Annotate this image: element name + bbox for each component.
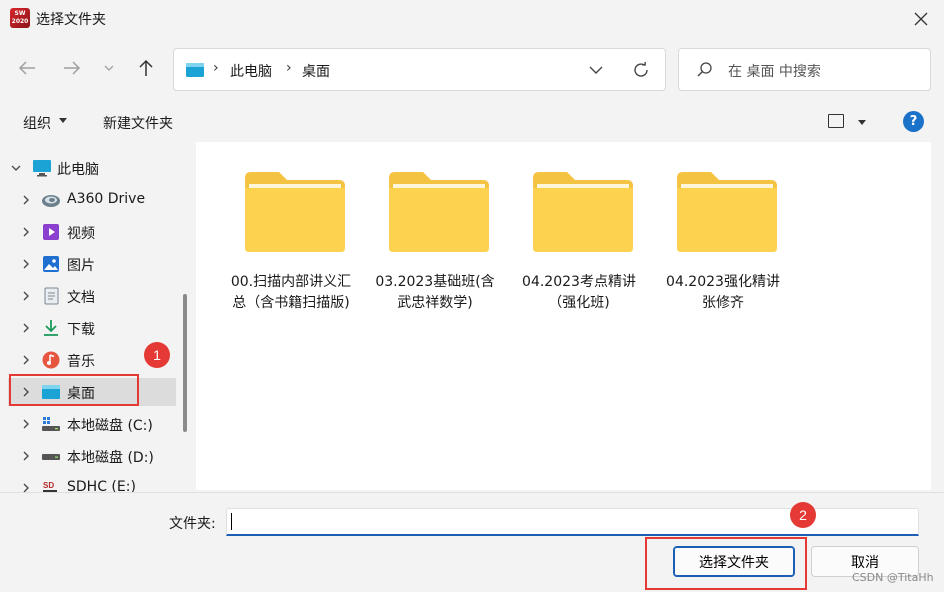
forward-button[interactable] bbox=[58, 54, 86, 82]
tree-item-this-pc[interactable]: 此电脑 bbox=[8, 154, 176, 182]
music-icon bbox=[42, 351, 60, 369]
caret-down-icon bbox=[59, 118, 67, 123]
chevron-down-icon bbox=[104, 65, 114, 71]
title-bar: SW 2020 选择文件夹 bbox=[0, 0, 944, 38]
up-button[interactable] bbox=[132, 54, 160, 82]
folder-field-label: 文件夹: bbox=[169, 516, 216, 532]
monitor-icon bbox=[33, 160, 51, 177]
annotation-box-select-button bbox=[645, 537, 807, 590]
close-button[interactable] bbox=[908, 6, 934, 32]
refresh-button[interactable] bbox=[629, 59, 653, 81]
svg-text:SD: SD bbox=[43, 481, 54, 490]
windows-drive-icon bbox=[42, 417, 60, 431]
tree-label: SDHC (E:) bbox=[67, 479, 136, 492]
tree-item-sdhc-e[interactable]: SD SDHC (E:) bbox=[8, 474, 176, 492]
annotation-box-desktop bbox=[9, 374, 139, 406]
file-list[interactable]: 00.扫描内部讲义汇总（含书籍扫描版) 03.2023基础班(含武忠祥数学) 0… bbox=[196, 142, 931, 490]
chevron-right-icon[interactable] bbox=[20, 480, 32, 492]
address-history-button[interactable] bbox=[584, 60, 608, 80]
tree-label: 文档 bbox=[67, 290, 95, 306]
folder-name: 00.扫描内部讲义汇总（含书籍扫描版) bbox=[230, 274, 352, 311]
recent-locations-button[interactable] bbox=[97, 54, 121, 82]
tree-label: 下载 bbox=[67, 322, 95, 338]
annotation-marker-1: 1 bbox=[144, 342, 170, 368]
picture-icon bbox=[43, 256, 59, 272]
arrow-left-icon bbox=[18, 61, 35, 75]
close-icon bbox=[914, 12, 928, 26]
tree-label: 本地磁盘 (C:) bbox=[67, 418, 153, 434]
watermark: CSDN @TitaHh bbox=[852, 571, 934, 584]
address-bar[interactable]: › 此电脑 › 桌面 bbox=[173, 48, 666, 91]
nav-pane-scrollbar[interactable] bbox=[183, 294, 187, 432]
search-icon bbox=[697, 62, 712, 77]
chevron-right-icon[interactable] bbox=[20, 416, 32, 432]
folder-icon bbox=[677, 172, 777, 252]
search-box[interactable]: 在 桌面 中搜索 bbox=[678, 48, 931, 91]
tree-item-local-disk-c[interactable]: 本地磁盘 (C:) bbox=[8, 410, 176, 438]
chevron-right-icon[interactable] bbox=[20, 352, 32, 368]
tree-label: 图片 bbox=[67, 258, 95, 274]
tree-item-a360-drive[interactable]: A360 Drive bbox=[8, 186, 176, 214]
sd-card-icon: SD bbox=[43, 481, 57, 492]
tree-item-pictures[interactable]: 图片 bbox=[8, 250, 176, 278]
folder-item[interactable]: 04.2023强化精讲 张修齐 bbox=[659, 164, 787, 344]
breadcrumb-this-pc[interactable]: 此电脑 bbox=[230, 61, 272, 81]
folder-icon bbox=[245, 172, 345, 252]
breadcrumb-separator: › bbox=[286, 60, 292, 76]
chevron-right-icon[interactable] bbox=[20, 224, 32, 240]
folder-item[interactable]: 00.扫描内部讲义汇总（含书籍扫描版) bbox=[227, 164, 355, 344]
tree-label: 视频 bbox=[67, 226, 95, 242]
chevron-down-icon bbox=[589, 66, 603, 74]
folder-icon bbox=[533, 172, 633, 252]
folder-name: 03.2023基础班(含武忠祥数学) bbox=[375, 274, 495, 311]
app-icon-text: SW 2020 bbox=[11, 10, 29, 25]
folder-item[interactable]: 03.2023基础班(含武忠祥数学) bbox=[371, 164, 499, 344]
tree-item-downloads[interactable]: 下载 bbox=[8, 314, 176, 342]
arrow-right-icon bbox=[64, 61, 81, 75]
command-bar: 组织 新建文件夹 ? bbox=[0, 102, 944, 142]
cloud-drive-icon bbox=[42, 195, 60, 207]
folder-item[interactable]: 04.2023考点精讲（强化班) bbox=[515, 164, 643, 344]
help-button[interactable]: ? bbox=[903, 111, 924, 132]
download-icon bbox=[44, 320, 58, 336]
solidworks-app-icon: SW 2020 bbox=[10, 8, 30, 28]
folder-name: 04.2023强化精讲 张修齐 bbox=[666, 274, 780, 311]
document-icon bbox=[44, 287, 59, 305]
new-folder-button[interactable]: 新建文件夹 bbox=[103, 113, 173, 133]
window-title: 选择文件夹 bbox=[36, 12, 106, 28]
folder-name: 04.2023考点精讲（强化班) bbox=[522, 274, 636, 311]
tree-item-local-disk-d[interactable]: 本地磁盘 (D:) bbox=[8, 442, 176, 470]
back-button[interactable] bbox=[13, 54, 41, 82]
chevron-right-icon[interactable] bbox=[20, 320, 32, 336]
chevron-right-icon[interactable] bbox=[20, 192, 32, 208]
tree-label: 音乐 bbox=[67, 354, 95, 370]
navigation-bar: › 此电脑 › 桌面 在 桌面 中搜索 bbox=[0, 38, 944, 102]
text-caret bbox=[231, 513, 232, 530]
view-mode-button[interactable] bbox=[828, 114, 844, 128]
breadcrumb-separator: › bbox=[213, 60, 219, 76]
search-placeholder: 在 桌面 中搜索 bbox=[728, 64, 821, 80]
chevron-right-icon[interactable] bbox=[20, 288, 32, 304]
organize-button[interactable]: 组织 bbox=[23, 113, 51, 133]
tree-item-documents[interactable]: 文档 bbox=[8, 282, 176, 310]
navigation-pane[interactable]: 此电脑 A360 Drive 视频 图片 文档 下载 音乐 桌面 本地磁盘 (C… bbox=[0, 142, 196, 492]
tree-label: A360 Drive bbox=[67, 191, 146, 207]
drive-icon bbox=[42, 454, 60, 460]
caret-down-icon[interactable] bbox=[858, 120, 866, 125]
chevron-right-icon[interactable] bbox=[20, 256, 32, 272]
tree-label: 此电脑 bbox=[57, 162, 99, 178]
tree-label: 本地磁盘 (D:) bbox=[67, 450, 154, 466]
folder-icon bbox=[389, 172, 489, 252]
video-icon bbox=[43, 224, 59, 240]
breadcrumb-desktop[interactable]: 桌面 bbox=[302, 61, 330, 81]
content-gutter bbox=[931, 142, 944, 490]
desktop-icon bbox=[186, 63, 204, 77]
refresh-icon bbox=[634, 61, 648, 77]
arrow-up-icon bbox=[139, 59, 153, 76]
chevron-right-icon[interactable] bbox=[20, 448, 32, 464]
tree-item-videos[interactable]: 视频 bbox=[8, 218, 176, 246]
annotation-marker-2: 2 bbox=[790, 502, 816, 528]
chevron-down-icon[interactable] bbox=[10, 160, 22, 176]
